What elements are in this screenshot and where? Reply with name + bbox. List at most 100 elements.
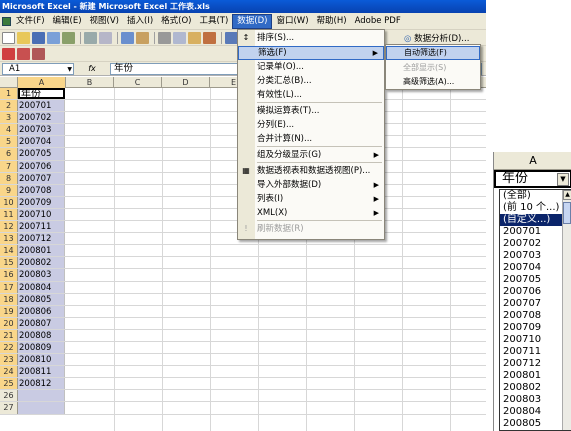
- menu-edit[interactable]: 编辑(E): [49, 14, 86, 29]
- cell-a[interactable]: 200811: [18, 366, 65, 378]
- autofilter-list-item[interactable]: 200702: [500, 238, 571, 250]
- row-header[interactable]: 22: [0, 341, 18, 354]
- data-menu-item[interactable]: ! 刷新数据(R): [238, 222, 384, 236]
- row-header[interactable]: 8: [0, 172, 18, 184]
- autofilter-list-item[interactable]: (全部): [500, 190, 571, 202]
- research-icon[interactable]: [136, 31, 149, 44]
- cell-a[interactable]: 200805: [18, 293, 65, 305]
- row-header[interactable]: 5: [0, 136, 18, 148]
- menu-file[interactable]: 文件(F): [12, 14, 49, 29]
- autofilter-list-item[interactable]: 200710: [500, 334, 571, 346]
- menu-insert[interactable]: 插入(I): [123, 14, 157, 29]
- autofilter-list-item[interactable]: 200804: [500, 406, 571, 418]
- filter-submenu-item[interactable]: 自动筛选(F): [386, 46, 480, 60]
- row-header[interactable]: 3: [0, 112, 18, 124]
- cell-a[interactable]: 200701: [18, 100, 65, 112]
- menu-adobe-pdf[interactable]: Adobe PDF: [351, 14, 405, 29]
- paste-icon[interactable]: [188, 31, 201, 44]
- row-header[interactable]: 17: [0, 281, 18, 293]
- cell-a[interactable]: 200809: [18, 341, 65, 354]
- menu-help[interactable]: 帮助(H): [313, 14, 351, 29]
- row-header[interactable]: 16: [0, 269, 18, 281]
- autofilter-list-item[interactable]: 200801: [500, 370, 571, 382]
- cell-a[interactable]: [18, 402, 65, 414]
- copy-icon[interactable]: [173, 31, 186, 44]
- pdf-review-icon[interactable]: [32, 47, 45, 60]
- menu-tools[interactable]: 工具(T): [195, 14, 232, 29]
- row-header[interactable]: 4: [0, 124, 18, 136]
- format-painter-icon[interactable]: [203, 31, 216, 44]
- chevron-down-icon[interactable]: ▼: [67, 65, 72, 75]
- autofilter-list-item[interactable]: 200712: [500, 358, 571, 370]
- row-header[interactable]: 24: [0, 366, 18, 378]
- print-preview-icon[interactable]: [99, 31, 112, 44]
- cell-a[interactable]: 200711: [18, 221, 65, 233]
- name-box[interactable]: A1 ▼: [2, 62, 74, 75]
- autofilter-list-item[interactable]: 200803: [500, 394, 571, 406]
- excel-app-icon[interactable]: [0, 13, 12, 30]
- row-header[interactable]: 19: [0, 305, 18, 317]
- cell-a[interactable]: 200810: [18, 354, 65, 366]
- cell-a[interactable]: 200712: [18, 233, 65, 245]
- data-menu-item[interactable]: 列表(I) ▶: [238, 192, 384, 206]
- data-analysis-button[interactable]: ◎ 数据分析(D)...: [404, 32, 469, 44]
- row-header[interactable]: 2: [0, 100, 18, 112]
- data-menu-item[interactable]: 组及分级显示(G) ▶: [238, 148, 384, 162]
- column-header-b[interactable]: B: [66, 77, 114, 88]
- autofilter-list-item[interactable]: 200709: [500, 322, 571, 334]
- data-menu-item[interactable]: 分列(E)...: [238, 118, 384, 132]
- cell-a[interactable]: 200704: [18, 136, 65, 148]
- pdf-email-icon[interactable]: [17, 47, 30, 60]
- print-icon[interactable]: [84, 31, 97, 44]
- row-header[interactable]: 1: [0, 88, 18, 100]
- row-header[interactable]: 15: [0, 257, 18, 269]
- scroll-up-icon[interactable]: ▲: [563, 190, 571, 200]
- autofilter-list-item[interactable]: 200805: [500, 418, 571, 430]
- cell-a[interactable]: 200807: [18, 317, 65, 329]
- cell-a[interactable]: 200706: [18, 160, 65, 172]
- select-all-corner[interactable]: [0, 77, 18, 88]
- data-menu-item[interactable]: 有效性(L)...: [238, 88, 384, 102]
- row-header[interactable]: 26: [0, 390, 18, 402]
- data-menu-item[interactable]: ▦ 数据透视表和数据透视图(P)...: [238, 164, 384, 178]
- data-menu-item[interactable]: 合并计算(N)...: [238, 132, 384, 146]
- active-cell-a1[interactable]: 年份: [18, 88, 65, 100]
- autofilter-list-item[interactable]: 200711: [500, 346, 571, 358]
- autofilter-list[interactable]: (全部) (前 10 个...) (自定义...) 200701 200702 20070…: [499, 189, 571, 431]
- autofilter-list-item[interactable]: (自定义...): [500, 214, 571, 226]
- cell-a[interactable]: 200804: [18, 281, 65, 293]
- zoomed-cell-a1[interactable]: 年份 ▼: [494, 170, 571, 188]
- autofilter-dropdown-button[interactable]: ▼: [557, 173, 569, 186]
- cell-a[interactable]: 200710: [18, 208, 65, 221]
- data-menu-item[interactable]: 模拟运算表(T)...: [238, 104, 384, 118]
- autofilter-list-item[interactable]: (前 10 个...): [500, 202, 571, 214]
- cell-a[interactable]: 200812: [18, 378, 65, 390]
- pdf-create-icon[interactable]: [2, 47, 15, 60]
- autofilter-list-item[interactable]: 200708: [500, 310, 571, 322]
- cell-a[interactable]: 200801: [18, 245, 65, 257]
- data-menu-item[interactable]: ↕ 排序(S)...: [238, 31, 384, 45]
- autofilter-list-item[interactable]: 200802: [500, 382, 571, 394]
- email-icon[interactable]: [62, 31, 75, 44]
- autofilter-list-item[interactable]: 200701: [500, 226, 571, 238]
- row-header[interactable]: 12: [0, 221, 18, 233]
- menu-view[interactable]: 视图(V): [86, 14, 123, 29]
- autofilter-list-item[interactable]: 200707: [500, 298, 571, 310]
- autofilter-list-item[interactable]: 200705: [500, 274, 571, 286]
- row-header[interactable]: 14: [0, 245, 18, 257]
- menu-format[interactable]: 格式(O): [157, 14, 195, 29]
- row-header[interactable]: 9: [0, 184, 18, 196]
- open-icon[interactable]: [17, 31, 30, 44]
- cell-a[interactable]: 200808: [18, 329, 65, 341]
- row-header[interactable]: 25: [0, 378, 18, 390]
- row-header[interactable]: 7: [0, 160, 18, 172]
- cell-a[interactable]: 200803: [18, 269, 65, 281]
- filter-submenu-item[interactable]: 高级筛选(A)...: [386, 75, 480, 89]
- data-menu-item[interactable]: 导入外部数据(D) ▶: [238, 178, 384, 192]
- row-header[interactable]: 6: [0, 148, 18, 160]
- cell-a[interactable]: 200702: [18, 112, 65, 124]
- cell-a[interactable]: 200703: [18, 124, 65, 136]
- cell-a[interactable]: 200802: [18, 257, 65, 269]
- row-header[interactable]: 27: [0, 402, 18, 414]
- cell-a[interactable]: 200806: [18, 305, 65, 317]
